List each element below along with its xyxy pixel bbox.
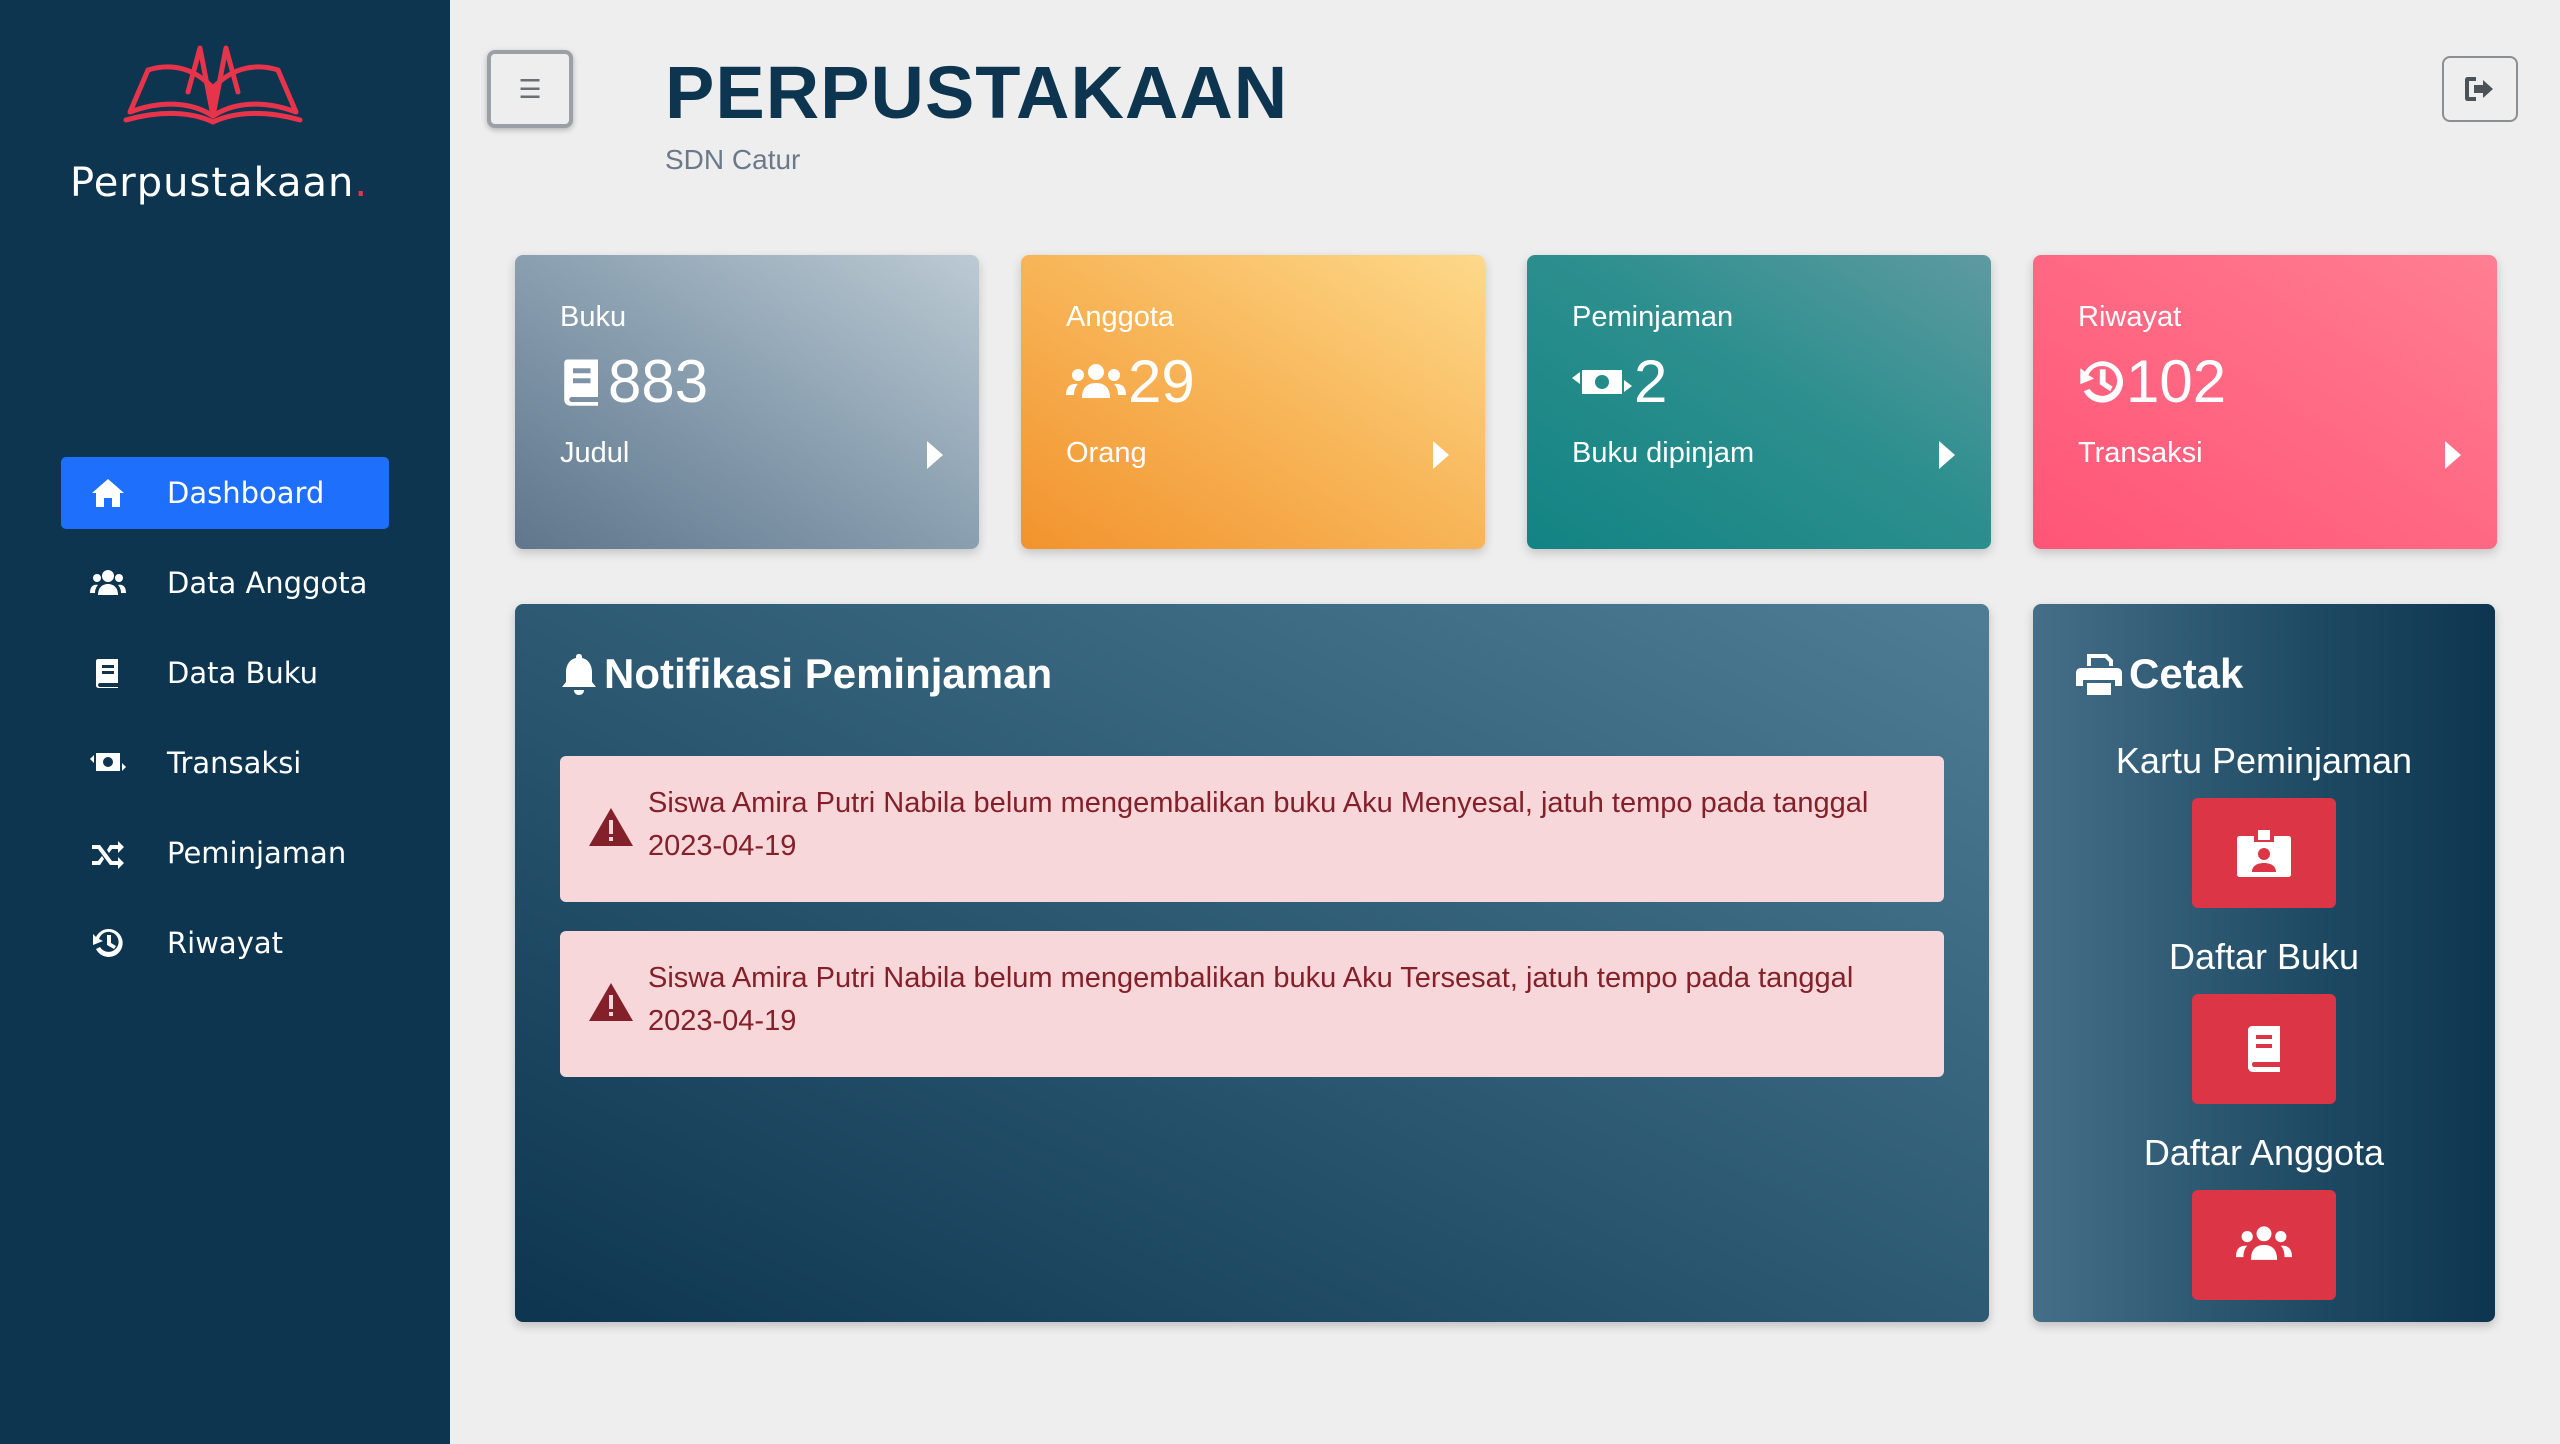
card-label: Riwayat: [2078, 301, 2182, 333]
warning-triangle-icon: [589, 808, 633, 846]
book-icon: [564, 359, 598, 406]
sidebar-item-data-buku[interactable]: Data Buku: [61, 637, 389, 709]
print-kartu-peminjaman-button[interactable]: [2192, 798, 2336, 908]
card-footer: Transaksi: [2078, 437, 2203, 469]
caret-right-icon: [1939, 441, 1955, 469]
sidebar-item-label: Data Buku: [167, 656, 319, 690]
sidebar-item-data-anggota[interactable]: Data Anggota: [61, 547, 389, 619]
brand-name[interactable]: Perpustakaan.: [70, 160, 368, 206]
money-exchange-icon: [85, 745, 131, 781]
stat-card-peminjaman[interactable]: Peminjaman 2 Buku dipinjam: [1527, 255, 1991, 549]
panel-title-text: Notifikasi Peminjaman: [604, 650, 1053, 697]
id-card-icon: [2237, 830, 2291, 877]
sidebar-item-dashboard[interactable]: Dashboard: [61, 457, 389, 529]
home-icon: [85, 475, 131, 511]
print-item-label: Kartu Peminjaman: [2115, 740, 2413, 781]
users-icon: [1066, 363, 1126, 398]
sidebar-item-label: Riwayat: [167, 926, 283, 960]
card-footer: Judul: [560, 437, 630, 469]
card-label: Peminjaman: [1572, 301, 1734, 333]
stat-card-anggota[interactable]: Anggota 29 Orang: [1021, 255, 1485, 549]
stat-card-buku[interactable]: Buku 883 Judul: [515, 255, 979, 549]
print-panel: Cetak Kartu Peminjaman Daftar Buku Dafta…: [2033, 604, 2495, 1322]
print-item-label: Daftar Anggota: [2143, 1132, 2385, 1173]
sidebar-item-label: Data Anggota: [167, 566, 368, 600]
alert-overdue: Siswa Amira Putri Nabila belum mengembal…: [560, 931, 1944, 1077]
sidebar-item-peminjaman[interactable]: Peminjaman: [61, 817, 389, 889]
card-value-number: 102: [2126, 348, 2227, 415]
sidebar-nav: Dashboard Data Anggota Data Buku Transak…: [61, 457, 389, 997]
page-title: PERPUSTAKAAN: [665, 51, 1289, 134]
warning-triangle-icon: [589, 983, 633, 1021]
caret-right-icon: [2445, 441, 2461, 469]
card-value-number: 2: [1634, 348, 1668, 415]
logout-button[interactable]: [2442, 56, 2518, 122]
history-icon: [85, 925, 131, 961]
page-subtitle: SDN Catur: [665, 144, 801, 175]
users-icon: [2236, 1226, 2292, 1260]
card-footer: Buku dipinjam: [1572, 437, 1755, 469]
print-panel-title: Cetak: [2075, 650, 2243, 698]
card-label: Buku: [560, 301, 627, 333]
sidebar-item-transaksi[interactable]: Transaksi: [61, 727, 389, 799]
history-icon: [2080, 360, 2123, 403]
card-footer: Orang: [1066, 437, 1147, 469]
sidebar-item-label: Peminjaman: [167, 836, 347, 870]
card-value-number: 29: [1128, 348, 1195, 415]
print-item-label: Daftar Buku: [2168, 936, 2360, 977]
caret-right-icon: [927, 441, 943, 469]
alert-message: Siswa Amira Putri Nabila belum mengembal…: [648, 787, 1869, 862]
panel-title-text: Cetak: [2129, 650, 2244, 697]
book-icon: [85, 655, 131, 691]
notification-panel-title: Notifikasi Peminjaman: [560, 650, 1052, 698]
bell-icon: [562, 654, 596, 695]
sidebar-item-riwayat[interactable]: Riwayat: [61, 907, 389, 979]
open-book-logo-icon: [123, 45, 303, 125]
sidebar: Perpustakaan. Dashboard Data Anggota Dat…: [0, 0, 450, 1444]
card-value: 102: [2078, 347, 2226, 416]
money-exchange-icon: [1572, 369, 1632, 394]
alert-message: Siswa Amira Putri Nabila belum mengembal…: [648, 962, 1854, 1037]
print-icon: [2076, 654, 2122, 695]
stat-card-riwayat[interactable]: Riwayat 102 Transaksi: [2033, 255, 2497, 549]
notification-panel: Notifikasi Peminjaman Siswa Amira Putri …: [515, 604, 1989, 1322]
card-value: 2: [1572, 347, 1667, 416]
logout-icon: [2465, 77, 2493, 101]
sidebar-item-label: Transaksi: [167, 746, 302, 780]
caret-right-icon: [1433, 441, 1449, 469]
card-value: 883: [560, 347, 708, 416]
sidebar-item-label: Dashboard: [167, 476, 325, 510]
users-icon: [85, 565, 131, 601]
book-icon: [2248, 1026, 2280, 1072]
card-label: Anggota: [1066, 301, 1175, 333]
print-daftar-buku-button[interactable]: [2192, 994, 2336, 1104]
card-value-number: 883: [608, 348, 709, 415]
alert-overdue: Siswa Amira Putri Nabila belum mengembal…: [560, 756, 1944, 902]
card-value: 29: [1066, 347, 1195, 416]
menu-toggle-button[interactable]: ☰: [487, 50, 573, 128]
print-daftar-anggota-button[interactable]: [2192, 1190, 2336, 1300]
shuffle-icon: [85, 835, 131, 871]
